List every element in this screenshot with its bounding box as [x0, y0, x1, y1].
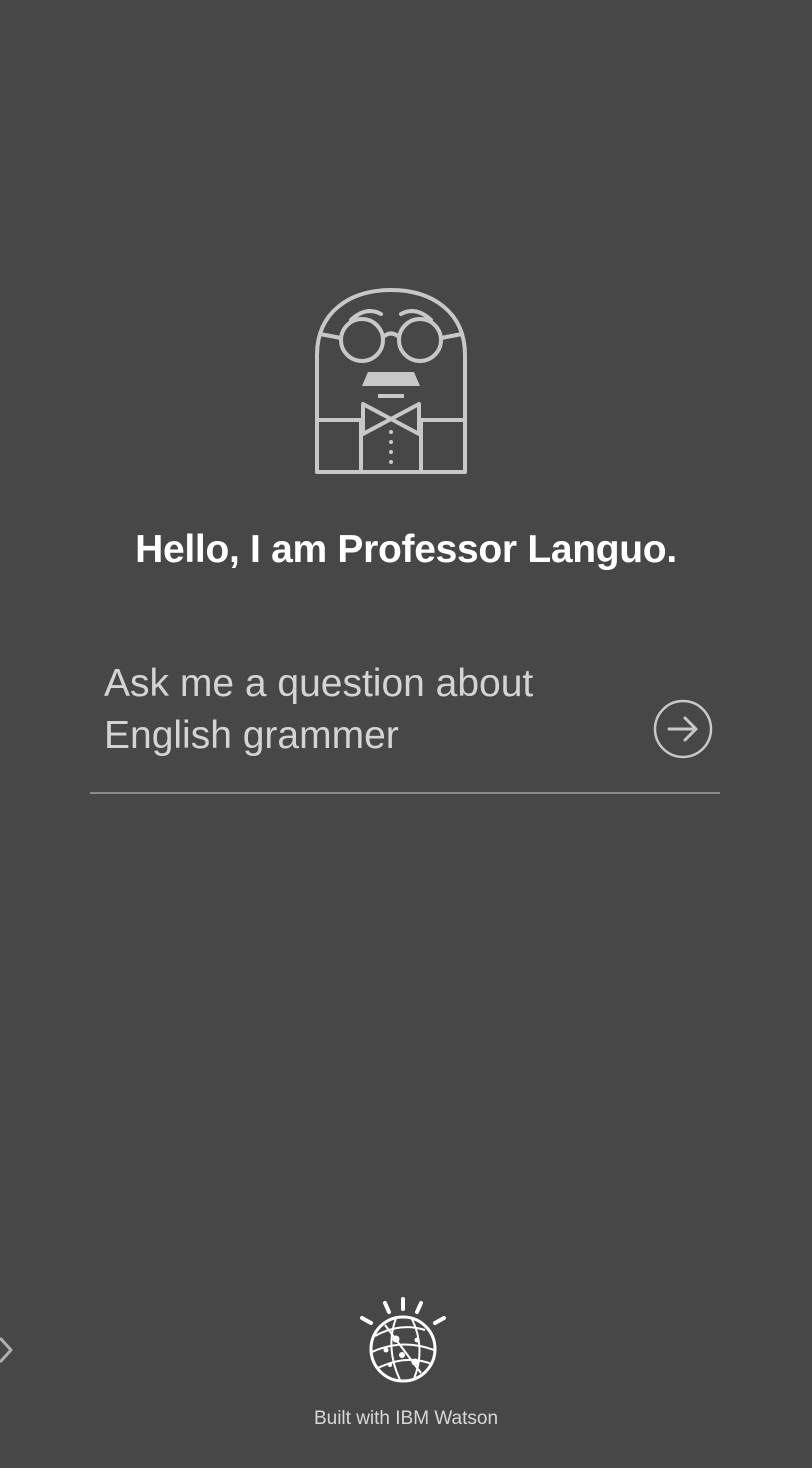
ibm-watson-logo-icon [360, 1297, 446, 1383]
question-input[interactable] [104, 658, 604, 768]
chevron-right-icon[interactable] [0, 1336, 14, 1364]
professor-mascot-icon [315, 288, 467, 474]
question-field [90, 650, 720, 794]
footer-credit: Built with IBM Watson [313, 1408, 499, 1429]
greeting-heading: Hello, I am Professor Languo. [135, 528, 677, 571]
arrow-right-circle-icon [653, 699, 713, 759]
submit-button[interactable] [652, 698, 714, 760]
